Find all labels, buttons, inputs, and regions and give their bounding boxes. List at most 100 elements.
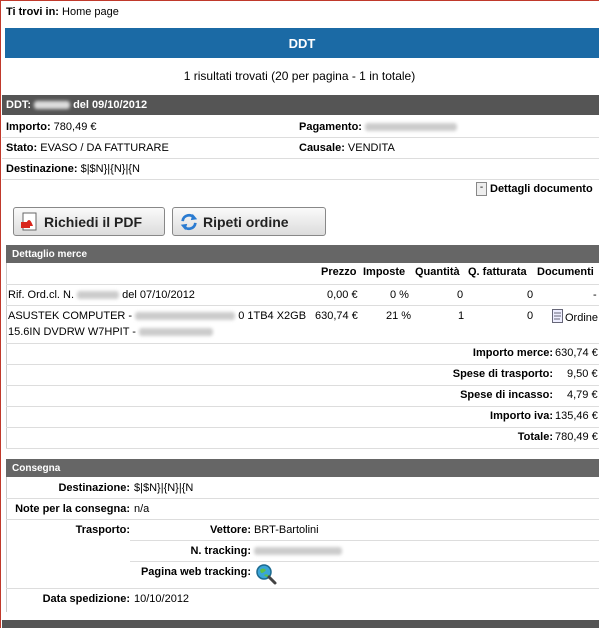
col-prezzo: Prezzo (321, 266, 357, 278)
divider (6, 406, 599, 407)
row-desc-tail: 0 1TB4 X2GB (238, 310, 307, 322)
divider (6, 498, 599, 499)
totale-merce-label: Importo merce: (472, 347, 553, 359)
pagamento-value-redacted (365, 123, 458, 132)
spese-incasso-value: 4,79 € (567, 389, 598, 401)
breadcrumb-label: Ti trovi in: (6, 6, 59, 18)
divider (6, 343, 599, 344)
row-desc-text: Rif. Ord.cl. N. (8, 289, 75, 301)
web-tracking-link[interactable] (254, 562, 278, 589)
importo-iva-value: 135,46 € (555, 410, 598, 422)
row-doc: - (593, 289, 597, 301)
vettore-value: BRT-Bartolini (254, 524, 319, 536)
pagamento-label: Pagamento: (299, 121, 362, 133)
row-desc-text2: 15.6IN DVDRW W7HPIT - (8, 326, 136, 338)
row-prezzo: 630,74 € (315, 310, 358, 322)
tracking-number-redacted (254, 547, 342, 556)
row-quantita: 1 (458, 310, 465, 322)
results-info: 1 risultati trovati (20 per pagina - 1 i… (183, 69, 416, 83)
divider (2, 137, 599, 138)
causale-value: VENDITA (347, 142, 395, 154)
divider (2, 158, 599, 159)
row-quantita: 0 (457, 289, 464, 301)
importo-label: Importo: (6, 121, 51, 133)
document-icon (552, 309, 563, 326)
ddt-date: del 09/10/2012 (73, 99, 148, 111)
spese-trasporto-label: Spese di trasporto: (452, 368, 553, 380)
col-quantita: Quantità (415, 266, 460, 278)
destinazione-value: $|$N}|{N}|{N (80, 163, 140, 175)
divider (6, 427, 599, 428)
request-pdf-label: Richiedi il PDF (44, 213, 143, 230)
details-toggle-button[interactable]: - (476, 182, 487, 196)
breadcrumb: Ti trovi in: Home page (6, 6, 119, 18)
importo-field: Importo: 780,49 € (6, 121, 97, 133)
totale-label: Totale: (517, 431, 553, 443)
col-imposte: Imposte (363, 266, 406, 278)
spese-trasporto-value: 9,50 € (567, 368, 598, 380)
row-desc: Rif. Ord.cl. N. del 07/10/2012 (8, 289, 195, 301)
divider (6, 519, 599, 520)
repeat-order-label: Ripeti ordine (203, 213, 289, 230)
row-fatturata: 0 (527, 310, 534, 322)
request-pdf-button[interactable]: Richiedi il PDF (13, 207, 165, 236)
divider (6, 305, 599, 306)
order-doc-label: Ordine (565, 311, 599, 324)
order-doc-link[interactable]: Ordine (552, 309, 598, 326)
destinazione-field: Destinazione: $|$N}|{N}|{N (6, 163, 140, 175)
divider (6, 588, 599, 589)
tracking-label: N. tracking: (190, 545, 251, 557)
note-consegna-value: n/a (134, 503, 150, 515)
order-number-redacted (77, 291, 120, 300)
row-desc-text: ASUSTEK COMPUTER - (8, 310, 133, 322)
product-code-redacted (135, 312, 236, 321)
page-title: DDT (5, 28, 599, 58)
divider (6, 364, 599, 365)
divider (2, 179, 599, 180)
next-section-header (2, 620, 599, 628)
consegna-destinazione-value: $|$N}|{N}|{N (134, 482, 194, 494)
row-desc: ASUSTEK COMPUTER - 0 1TB4 X2GB (8, 310, 306, 322)
ddt-prefix: DDT: (6, 99, 32, 111)
consegna-header: Consegna (6, 459, 599, 477)
row-imposte: 21 % (386, 310, 412, 322)
trasporto-label: Trasporto: (75, 524, 130, 536)
row-desc-line2: 15.6IN DVDRW W7HPIT - (8, 326, 214, 338)
consegna-destinazione-label: Destinazione: (58, 482, 130, 494)
spese-incasso-label: Spese di incasso: (460, 389, 553, 401)
divider (6, 385, 599, 386)
divider (6, 284, 599, 285)
tracking-value (254, 545, 342, 557)
pdf-icon (20, 211, 40, 233)
destinazione-label: Destinazione: (6, 163, 78, 175)
col-q-fatturata: Q. fatturata (468, 266, 527, 278)
col-documenti: Documenti (537, 266, 594, 278)
repeat-order-button[interactable]: Ripeti ordine (172, 207, 326, 236)
ddt-header: DDT: del 09/10/2012 (2, 95, 599, 115)
pagamento-field: Pagamento: (299, 121, 458, 133)
importo-iva-label: Importo iva: (490, 410, 553, 422)
dettaglio-merce-header: Dettaglio merce (6, 245, 599, 263)
totale-value: 780,49 € (555, 431, 598, 443)
causale-field: Causale: VENDITA (299, 142, 395, 154)
importo-value: 780,49 € (53, 121, 97, 133)
row-fatturata: 0 (527, 289, 534, 301)
vettore-label: Vettore: (210, 524, 251, 536)
row-desc-date: del 07/10/2012 (122, 289, 195, 301)
stato-field: Stato: EVASO / DA FATTURARE (6, 142, 169, 154)
totale-merce-value: 630,74 € (555, 347, 598, 359)
data-spedizione-value: 10/10/2012 (134, 593, 190, 605)
product-sku-redacted (139, 328, 214, 337)
data-spedizione-label: Data spedizione: (42, 593, 130, 605)
details-toggle-label[interactable]: Dettagli documento (490, 183, 593, 195)
note-consegna-label: Note per la consegna: (15, 503, 130, 515)
ddt-number-redacted (34, 101, 71, 109)
refresh-icon (179, 211, 199, 233)
stato-value: EVASO / DA FATTURARE (40, 142, 169, 154)
stato-label: Stato: (6, 142, 38, 154)
divider (6, 448, 599, 449)
row-prezzo: 0,00 € (327, 289, 358, 301)
divider (130, 540, 599, 541)
breadcrumb-home-link[interactable]: Home page (62, 6, 119, 18)
divider (130, 561, 599, 562)
